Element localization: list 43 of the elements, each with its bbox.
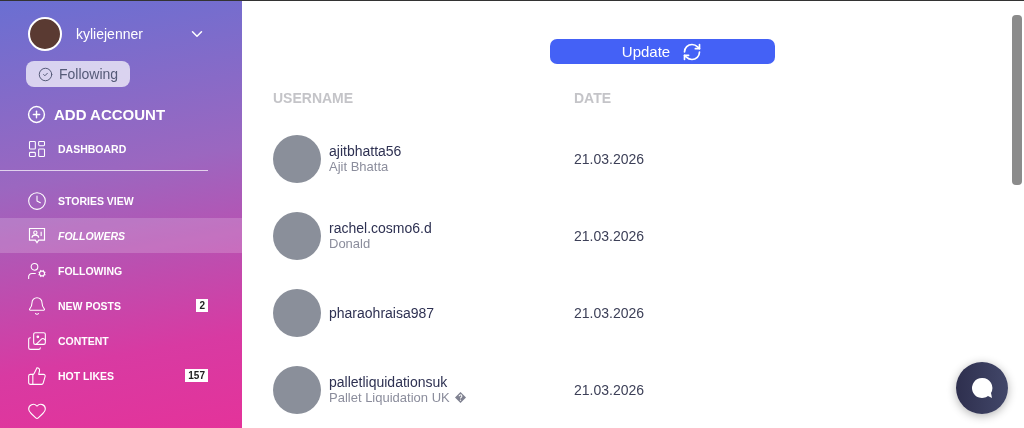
user-gear-icon [27,260,47,281]
sidebar-item[interactable]: FOLLOWING [0,253,242,289]
thumbs-up-icon [27,365,47,386]
username-text[interactable]: palletliquidationsuk [329,374,466,390]
avatar-photo-placeholder [273,288,321,337]
column-header: USERNAME [273,90,355,106]
refresh-icon [682,41,703,62]
full-name-text: Donald [329,236,371,251]
sidebar-item[interactable]: HOT LIKES 157 [0,358,242,394]
update-button[interactable]: Update [549,39,775,64]
following-button[interactable]: Following [26,61,131,87]
sidebar-item[interactable]: FOLLOWERS [0,218,242,254]
user-message-icon [27,225,47,246]
username-text[interactable]: rachel.cosmo6.d [329,220,432,236]
images-icon [27,330,47,351]
username-text[interactable]: pharaohraisa987 [329,304,435,321]
add-account-button[interactable]: ADD ACCOUNT [27,105,166,124]
scrollbar-thumb[interactable] [1012,15,1022,185]
sidebar-item[interactable]: NEW POSTS 2 [0,288,242,324]
account-username: kyliejenner [76,26,144,42]
sidebar-item[interactable]: CONTENT [0,323,242,359]
count-badge: 157 [185,369,208,383]
date-cell: 21.03.2026 [574,304,645,321]
avatar-photo-placeholder [273,365,321,414]
sidebar-item[interactable]: STORIES VIEW [0,183,242,219]
date-cell: 21.03.2026 [574,381,645,398]
username-text[interactable]: ajitbhatta56 [329,143,402,159]
column-header: DATE [574,90,613,106]
full-name-text: Ajit Bhatta [329,159,389,174]
sidebar-item[interactable]: DASHBOARD [0,131,242,167]
avatar-photo-placeholder [273,211,321,260]
full-name-text: Pallet Liquidation UK [329,390,450,405]
check-circle-icon [38,66,53,82]
count-badge: 2 [196,299,208,313]
dashboard-icon [27,139,47,159]
chat-bubble-icon [970,376,994,400]
bell-icon [27,295,47,316]
avatar-photo-placeholder [273,134,321,183]
plus-circle-icon [27,105,46,124]
date-cell: 21.03.2026 [574,150,645,167]
date-cell: 21.03.2026 [574,227,645,244]
clock-icon [27,190,47,211]
avatar-photo-placeholder [28,17,62,51]
